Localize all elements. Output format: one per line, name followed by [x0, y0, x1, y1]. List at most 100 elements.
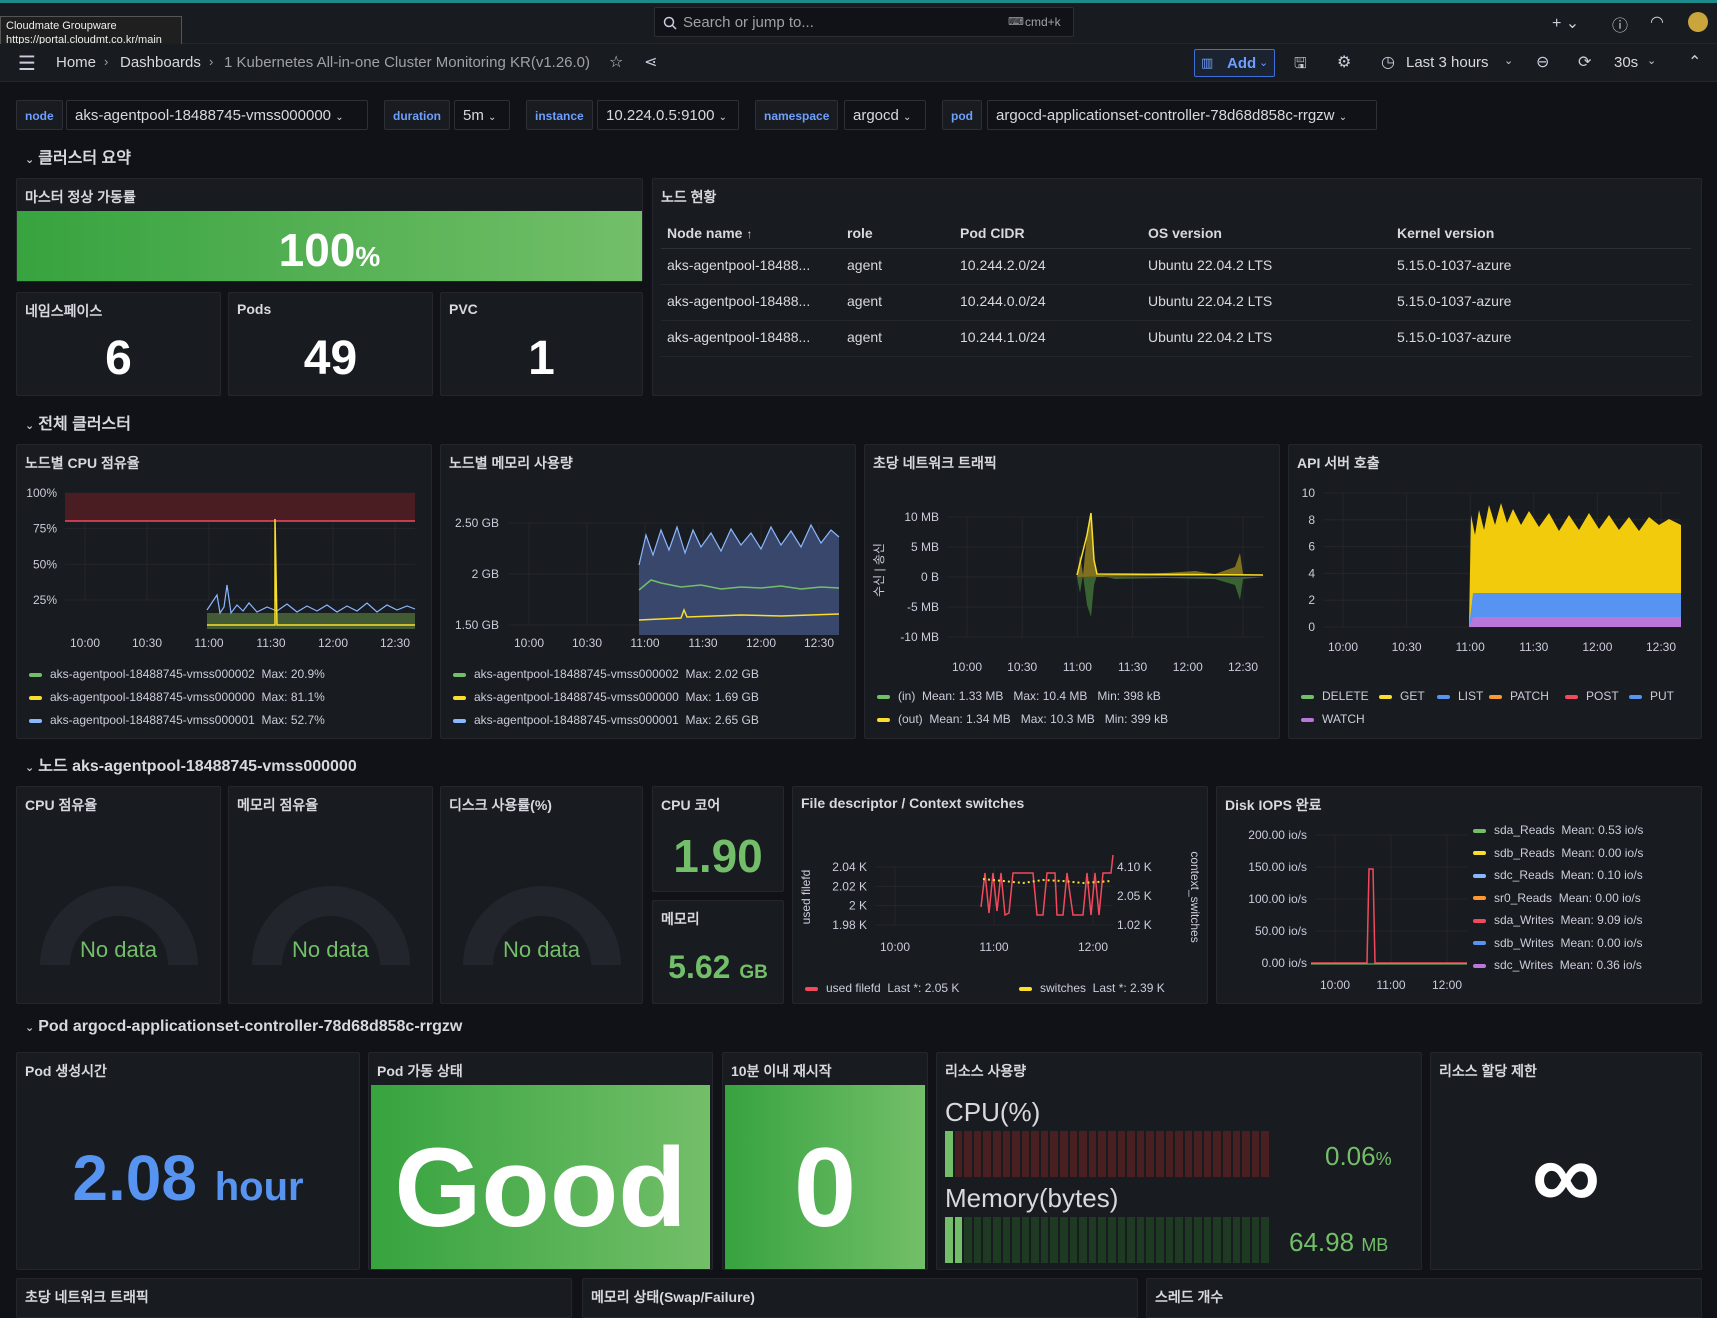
legend-item[interactable]: LIST — [1437, 689, 1483, 703]
search-box[interactable]: Search or jump to... ⌨ cmd+k — [654, 7, 1074, 37]
chevron-down-icon[interactable]: ⌄ — [1504, 54, 1513, 67]
panel-title: 리소스 할당 제한 — [1439, 1063, 1537, 1079]
legend-item[interactable]: sdc_Writes Mean: 0.36 io/s — [1473, 958, 1642, 972]
row-node[interactable]: ⌄ 노드 aks-agentpool-18488745-vmss000000 — [25, 752, 357, 776]
col-header-kernel-version[interactable]: Kernel version — [1397, 225, 1494, 241]
panel-cpu-usage-gauge: CPU 점유율 No data — [16, 786, 221, 1004]
legend-item[interactable]: PATCH — [1489, 689, 1549, 703]
x-tick-label: 10:00 — [514, 636, 544, 650]
legend-stat: Max: 20.9% — [254, 667, 325, 681]
legend-name: switches — [1040, 981, 1087, 995]
legend-item[interactable]: switches Last *: 2.39 K — [1019, 981, 1165, 995]
legend-item[interactable]: WATCH — [1301, 712, 1365, 726]
panel-pvc: PVC 1 — [440, 292, 643, 396]
legend-name: WATCH — [1322, 712, 1365, 726]
memory-usage-label: Memory(bytes) — [945, 1183, 1119, 1213]
row-cluster-summary[interactable]: ⌄ 클러스터 요약 — [25, 144, 131, 168]
bar-segment — [1021, 1131, 1030, 1177]
chevron-down-icon[interactable]: ⌄ — [1647, 54, 1656, 67]
legend-stat: Mean: 0.53 io/s — [1554, 823, 1644, 837]
collapse-icon[interactable]: ⌃ — [1688, 52, 1701, 72]
new-plus-icon[interactable]: + ⌄ — [1552, 13, 1579, 33]
legend-item[interactable]: GET — [1379, 689, 1425, 703]
var-select-duration[interactable]: 5m ⌄ — [454, 100, 510, 130]
star-icon[interactable]: ☆ — [609, 52, 623, 72]
legend-item[interactable]: aks-agentpool-18488745-vmss000001 Max: 2… — [453, 713, 759, 727]
legend-item[interactable]: sdb_Reads Mean: 0.00 io/s — [1473, 846, 1643, 860]
legend-item[interactable]: (out) Mean: 1.34 MB Max: 10.3 MB Min: 39… — [877, 712, 1168, 726]
net-area-in — [1077, 575, 1263, 617]
legend-name: aks-agentpool-18488745-vmss000002 — [50, 667, 255, 681]
bar-segment — [1136, 1217, 1145, 1263]
bar-segment — [973, 1131, 982, 1177]
chevron-down-icon: ⌄ — [718, 112, 727, 123]
bar-segment — [1146, 1131, 1154, 1177]
panel-pod-status: Pod 가동 상태 Good — [368, 1052, 713, 1270]
refresh-interval[interactable]: 30s — [1614, 54, 1638, 71]
legend-swatch — [1489, 694, 1502, 699]
col-header-pod-cidr[interactable]: Pod CIDR — [960, 225, 1025, 241]
var-select-namespace[interactable]: argocd ⌄ — [844, 100, 926, 130]
legend-item[interactable]: aks-agentpool-18488745-vmss000002 Max: 2… — [453, 667, 759, 681]
legend-item[interactable]: sda_Reads Mean: 0.53 io/s — [1473, 823, 1643, 837]
x-tick-label: 12:00 — [318, 636, 348, 650]
bar-segment — [1194, 1217, 1202, 1263]
row-all-cluster[interactable]: ⌄ 전체 클러스터 — [25, 410, 131, 434]
col-header-role[interactable]: role — [847, 225, 873, 241]
panel-title: 초당 네트워크 트래픽 — [873, 455, 997, 471]
bar-segment — [1040, 1131, 1049, 1177]
add-button[interactable]: ▥ Add ⌄ — [1194, 49, 1275, 77]
var-value: 5m — [463, 107, 484, 124]
chevron-down-icon: ⌄ — [25, 154, 35, 166]
menu-icon[interactable]: ☰ — [18, 51, 36, 76]
bar-segment — [1223, 1217, 1231, 1263]
search-placeholder: Search or jump to... — [683, 14, 814, 31]
var-select-pod[interactable]: argocd-applicationset-controller-78d68d8… — [987, 100, 1377, 130]
chevron-down-icon: ⌄ — [488, 112, 497, 123]
breadcrumb-home[interactable]: Home — [56, 54, 96, 71]
legend-item[interactable]: DELETE — [1301, 689, 1369, 703]
bar-segment — [1117, 1131, 1126, 1177]
row-pod[interactable]: ⌄ Pod argocd-applicationset-controller-78… — [25, 1018, 462, 1036]
panel-title: 메모리 — [661, 911, 700, 927]
legend-item[interactable]: sdc_Reads Mean: 0.10 io/s — [1473, 868, 1643, 882]
legend-item[interactable]: PUT — [1629, 689, 1674, 703]
legend-item[interactable]: (in) Mean: 1.33 MB Max: 10.4 MB Min: 398… — [877, 689, 1161, 703]
bar-segment — [1165, 1131, 1174, 1177]
col-header-node-name[interactable]: Node name ↑ — [667, 225, 752, 241]
x-tick-label: 11:30 — [1118, 660, 1147, 674]
share-icon[interactable]: ⋖ — [644, 52, 657, 72]
stat-value: 6 — [105, 332, 132, 385]
y-tick-label: 2.04 K — [832, 860, 867, 874]
time-range-picker[interactable]: Last 3 hours — [1406, 54, 1489, 71]
bar-segment — [1127, 1217, 1135, 1263]
legend-item[interactable]: sr0_Reads Mean: 0.00 io/s — [1473, 891, 1641, 905]
x-tick-label: 11:00 — [1376, 978, 1405, 992]
refresh-icon[interactable]: ⟳ — [1578, 52, 1591, 72]
value: 64.98 — [1289, 1227, 1355, 1257]
legend-item[interactable]: aks-agentpool-18488745-vmss000001 Max: 5… — [29, 713, 325, 727]
legend-item[interactable]: aks-agentpool-18488745-vmss000000 Max: 8… — [29, 690, 325, 704]
bar-segment — [1194, 1131, 1202, 1177]
news-rss-icon[interactable]: ◠ — [1650, 12, 1664, 32]
save-icon[interactable]: 🖫 — [1294, 53, 1307, 78]
breadcrumb-dashboards[interactable]: Dashboards — [120, 54, 201, 71]
gear-icon[interactable]: ⚙ — [1337, 52, 1351, 72]
bar-segment — [1079, 1131, 1087, 1177]
legend-swatch — [29, 695, 42, 700]
help-icon[interactable]: ⓘ — [1612, 12, 1628, 36]
legend-item[interactable]: aks-agentpool-18488745-vmss000000 Max: 1… — [453, 690, 759, 704]
col-header-os-version[interactable]: OS version — [1148, 225, 1222, 241]
zoom-out-icon[interactable]: ⊖ — [1536, 52, 1549, 72]
var-select-node[interactable]: aks-agentpool-18488745-vmss000000 ⌄ — [66, 100, 368, 130]
legend-item[interactable]: sda_Writes Mean: 9.09 io/s — [1473, 913, 1643, 927]
bar-segment — [1088, 1217, 1097, 1263]
legend-item[interactable]: POST — [1565, 689, 1619, 703]
legend-item[interactable]: aks-agentpool-18488745-vmss000002 Max: 2… — [29, 667, 325, 681]
y-tick-label: 2 K — [849, 899, 867, 913]
legend-item[interactable]: sdb_Writes Mean: 0.00 io/s — [1473, 936, 1643, 950]
chevron-down-icon: ⌄ — [25, 1022, 35, 1034]
user-avatar[interactable] — [1688, 12, 1708, 32]
legend-item[interactable]: used filefd Last *: 2.05 K — [805, 981, 959, 995]
var-select-instance[interactable]: 10.224.0.5:9100 ⌄ — [597, 100, 739, 130]
